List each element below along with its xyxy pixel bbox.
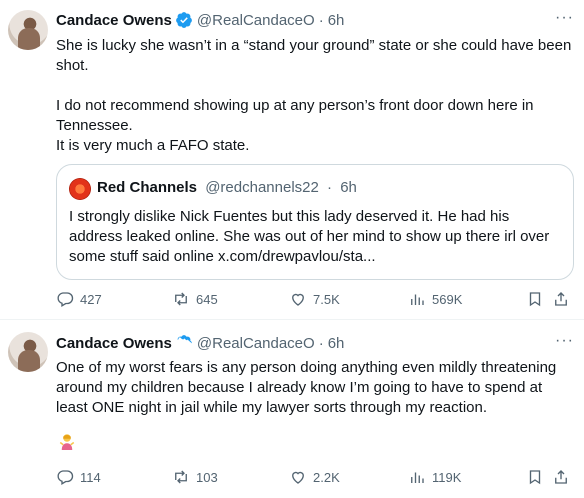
separator-dot: · (327, 179, 333, 196)
author-handle[interactable]: @RealCandaceO (197, 335, 315, 352)
reply-icon (57, 292, 74, 307)
repost-button[interactable]: 103 (172, 468, 218, 486)
tweet-actions: 427 645 7.5K 569K (56, 290, 572, 310)
quote-author-name: Red Channels (97, 179, 198, 196)
share-button[interactable] (552, 468, 570, 486)
avatar[interactable] (8, 332, 48, 372)
person-shrugging-emoji-icon (59, 434, 75, 450)
tweet-paragraph: I do not recommend showing up at any per… (56, 97, 534, 134)
quote-header: Red Channels @redchannels22 · 6h (97, 179, 357, 196)
heart-icon (292, 293, 304, 306)
tweet-text: One of my worst fears is any person doin… (56, 358, 574, 418)
tweet-actions: 114 103 2.2K 119K (56, 468, 572, 488)
tweet-header: Candace Owens @RealCandaceO · 6h (56, 11, 344, 29)
tweet-paragraph: One of my worst fears is any person doin… (56, 359, 557, 416)
tweet-1[interactable]: Candace Owens @RealCandaceO · 6h ··· She… (0, 0, 584, 320)
tweet-paragraph: She is lucky she wasn’t in a “stand your… (56, 37, 572, 74)
heart-icon (292, 471, 304, 484)
share-button[interactable] (552, 290, 570, 308)
verified-badge-icon (176, 12, 192, 28)
repost-button[interactable]: 645 (172, 290, 218, 308)
tweet-header: Candace Owens @RealCandaceO · 6h (56, 334, 344, 352)
views-count: 569K (432, 291, 463, 307)
separator-dot: · (318, 11, 324, 29)
avatar[interactable] (8, 10, 48, 50)
quoted-tweet[interactable]: Red Channels @redchannels22 · 6h I stron… (56, 164, 574, 280)
repost-icon (175, 292, 187, 306)
quote-avatar (69, 178, 91, 200)
tweet-paragraph: It is very much a FAFO state. (56, 137, 250, 154)
views-chart-icon (411, 294, 424, 305)
like-button[interactable]: 7.5K (289, 290, 340, 308)
tweet-2[interactable]: Candace Owens @RealCandaceO · 6h ··· One… (0, 320, 584, 498)
repost-icon (175, 470, 187, 484)
views-button[interactable]: 569K (408, 290, 462, 308)
like-button[interactable]: 2.2K (289, 468, 340, 486)
like-count: 2.2K (313, 469, 340, 485)
views-chart-icon (411, 472, 424, 483)
paragraph-spacer (56, 76, 574, 96)
reply-button[interactable]: 427 (56, 290, 102, 308)
verified-badge-icon (177, 335, 192, 347)
like-count: 7.5K (313, 291, 340, 307)
more-options-icon[interactable]: ··· (555, 332, 574, 350)
bookmark-button[interactable] (526, 290, 544, 308)
separator-dot: · (318, 334, 324, 352)
author-handle[interactable]: @RealCandaceO (197, 12, 315, 29)
repost-count: 645 (196, 291, 218, 307)
timestamp[interactable]: 6h (328, 12, 345, 29)
reply-button[interactable]: 114 (56, 468, 101, 486)
author-name[interactable]: Candace Owens (56, 335, 172, 352)
tweet-text: She is lucky she wasn’t in a “stand your… (56, 36, 574, 156)
author-name[interactable]: Candace Owens (56, 12, 172, 29)
bookmark-icon (529, 470, 541, 485)
share-icon (555, 292, 567, 306)
bookmark-icon (529, 292, 541, 307)
timestamp[interactable]: 6h (328, 335, 345, 352)
share-icon (555, 470, 567, 484)
quote-author-handle: @redchannels22 (205, 179, 319, 196)
quote-text: I strongly dislike Nick Fuentes but this… (69, 208, 550, 265)
repost-count: 103 (196, 469, 218, 485)
views-button[interactable]: 119K (408, 468, 461, 486)
more-options-icon[interactable]: ··· (555, 9, 574, 27)
views-count: 119K (432, 469, 462, 485)
bookmark-button[interactable] (526, 468, 544, 486)
reply-count: 427 (80, 291, 102, 307)
reply-icon (57, 470, 74, 485)
reply-count: 114 (80, 469, 101, 485)
quote-timestamp: 6h (340, 179, 357, 196)
